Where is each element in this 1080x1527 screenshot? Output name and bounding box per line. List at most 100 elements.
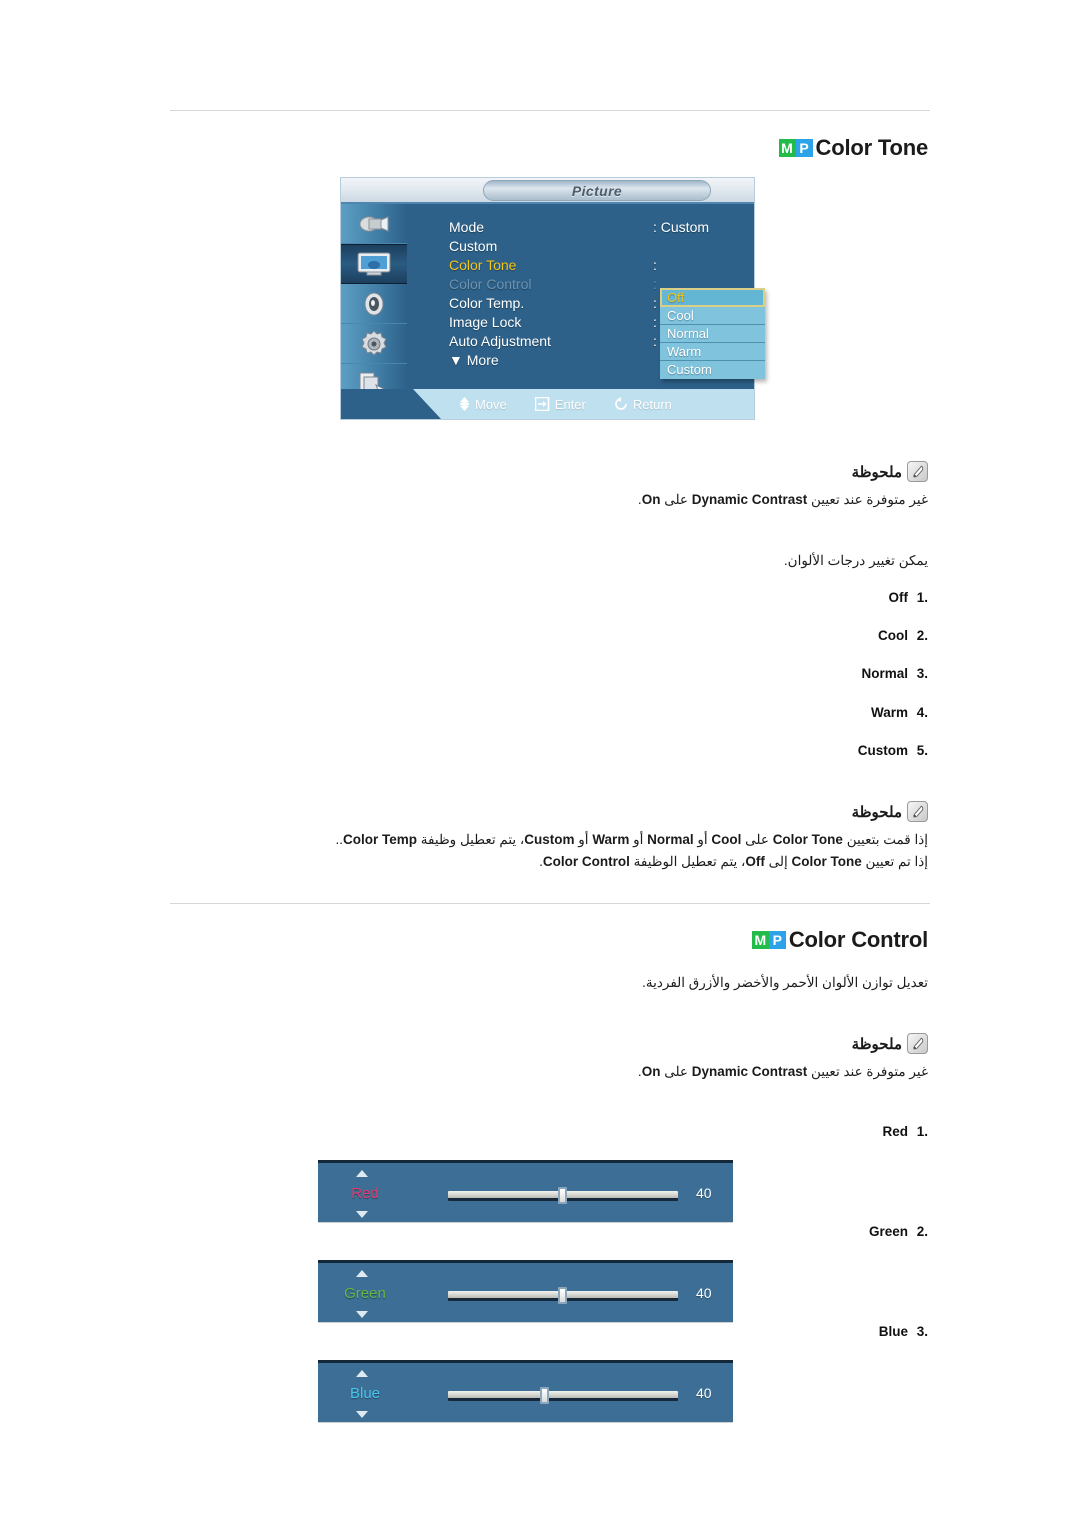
channel-list-item-red: .1 Red bbox=[728, 1124, 928, 1139]
slider-blue-knob[interactable] bbox=[540, 1387, 549, 1404]
sound-icon bbox=[364, 292, 384, 315]
osd-menu-labels: Mode Custom Color Tone Color Control Col… bbox=[449, 218, 551, 370]
note2-l1-g: ، يتم تعطيل وظيفة bbox=[417, 832, 525, 847]
osd-footer-enter-label: Enter bbox=[554, 396, 586, 412]
move-icon bbox=[460, 397, 469, 411]
slider-blue-track[interactable] bbox=[448, 1387, 678, 1404]
osd-row-color-tone[interactable]: Color Tone bbox=[449, 256, 551, 275]
slider-red[interactable]: Red 40 bbox=[318, 1160, 733, 1222]
osd-window-title: Picture bbox=[571, 182, 623, 199]
note1-bold-dynamic-contrast: Dynamic Contrast bbox=[691, 492, 808, 507]
page-title-color-control: Color Control bbox=[788, 927, 928, 952]
mp-badge: M P bbox=[751, 931, 786, 949]
note2-l2-color-tone: Color Tone bbox=[791, 854, 862, 869]
osd-titlebar: Picture bbox=[341, 178, 754, 204]
osd-footer: Move Enter Return bbox=[341, 389, 754, 419]
option-list-item-2: .2 Cool bbox=[728, 628, 928, 643]
osd-footer-tab bbox=[341, 389, 441, 419]
arrow-up-icon[interactable] bbox=[356, 1170, 368, 1177]
note2-l1-a: إذا قمت بتعيين bbox=[842, 832, 928, 847]
channel-list-item-blue: .3 Blue bbox=[728, 1324, 928, 1339]
divider-top bbox=[170, 110, 930, 111]
badge-m-letter: M bbox=[751, 931, 769, 949]
option-list-item-3: .3 Normal bbox=[728, 666, 928, 681]
option-4-index: .4 bbox=[916, 705, 928, 720]
slider-green-label: Green bbox=[344, 1285, 386, 1302]
note-2-line-1: إذا قمت بتعيين Color Tone على Cool أو No… bbox=[148, 829, 928, 851]
osd-footer-move[interactable]: Move bbox=[459, 397, 507, 412]
osd-row-custom[interactable]: Custom bbox=[449, 237, 551, 256]
sidebar-item-setup[interactable] bbox=[341, 324, 407, 364]
note2-l1-h: .. bbox=[335, 832, 344, 847]
channel-3-label: Blue bbox=[878, 1324, 908, 1339]
osd-sidebar bbox=[341, 204, 407, 419]
enter-icon bbox=[534, 397, 550, 411]
note-heading-1-label: ملحوظة bbox=[851, 463, 902, 481]
arrow-down-icon[interactable] bbox=[356, 1211, 368, 1218]
option-list-item-1: .1 Off bbox=[728, 590, 929, 605]
osd-option-warm[interactable]: Warm bbox=[660, 343, 765, 361]
arrow-down-icon[interactable] bbox=[356, 1411, 368, 1418]
option-5-label: Custom bbox=[857, 743, 908, 758]
osd-row-more[interactable]: ▼ More bbox=[449, 351, 551, 370]
slider-blue-value: 40 bbox=[696, 1385, 712, 1401]
slider-green[interactable]: Green 40 bbox=[318, 1260, 733, 1322]
osd-option-custom[interactable]: Custom bbox=[660, 361, 765, 379]
osd-footer-return-label: Return bbox=[632, 396, 672, 412]
option-1-label: Off bbox=[888, 590, 909, 605]
setup-icon bbox=[361, 329, 387, 356]
input-icon bbox=[359, 215, 389, 232]
osd-footer-return[interactable]: Return bbox=[614, 397, 672, 412]
note2-l1-d: أو bbox=[693, 832, 712, 847]
osd-option-off[interactable]: Off bbox=[660, 288, 765, 307]
sidebar-item-input[interactable] bbox=[341, 204, 407, 244]
note-heading-1: ملحوظة bbox=[852, 461, 928, 482]
picture-icon bbox=[357, 252, 391, 276]
note-heading-3: ملحوظة bbox=[852, 1033, 928, 1054]
note-heading-2-label: ملحوظة bbox=[851, 803, 902, 821]
osd-footer-enter[interactable]: Enter bbox=[534, 396, 586, 412]
color-tone-intro: يمكن تغيير درجات الألوان. bbox=[783, 553, 928, 568]
osd-menu-screenshot: Picture Mode Custom Color Tone Color Con… bbox=[340, 177, 765, 420]
option-1-index: .1 bbox=[916, 590, 928, 605]
option-list-item-5: .5 Custom bbox=[728, 743, 928, 758]
sidebar-item-sound[interactable] bbox=[341, 284, 407, 324]
divider-mid bbox=[170, 903, 930, 904]
note2-l1-normal: Normal bbox=[647, 832, 694, 847]
note-2-line-2: إذا تم تعيين Color Tone إلى Off، يتم تعط… bbox=[148, 851, 928, 873]
note2-l2-off: Off bbox=[745, 854, 765, 869]
slider-green-knob[interactable] bbox=[558, 1287, 568, 1304]
note3-bold-dynamic-contrast: Dynamic Contrast bbox=[691, 1064, 808, 1079]
osd-row-mode[interactable]: Mode bbox=[449, 218, 551, 237]
osd-row-image-lock[interactable]: Image Lock bbox=[449, 313, 551, 332]
note-heading-3-label: ملحوظة bbox=[851, 1035, 902, 1053]
note-heading-2: ملحوظة bbox=[852, 801, 928, 822]
osd-body: Mode Custom Color Tone Color Control Col… bbox=[407, 204, 765, 389]
arrow-down-icon[interactable] bbox=[356, 1311, 368, 1318]
channel-2-index: .2 bbox=[916, 1224, 928, 1239]
note2-l2-color-control: Color Control bbox=[542, 854, 630, 869]
note2-l1-color-temp: Color Temp bbox=[343, 832, 418, 847]
osd-row-auto-adjustment[interactable]: Auto Adjustment bbox=[449, 332, 551, 351]
note-1-body: غير متوفرة عند تعيين Dynamic Contrast عل… bbox=[428, 489, 928, 511]
arrow-up-icon[interactable] bbox=[356, 1370, 368, 1377]
option-3-label: Normal bbox=[861, 666, 908, 681]
option-2-index: .2 bbox=[916, 628, 928, 643]
arrow-up-icon[interactable] bbox=[356, 1270, 368, 1277]
sidebar-item-picture[interactable] bbox=[341, 244, 407, 284]
slider-green-value: 40 bbox=[696, 1285, 712, 1301]
slider-green-track[interactable] bbox=[448, 1287, 678, 1304]
note-icon bbox=[907, 801, 928, 822]
osd-option-normal[interactable]: Normal bbox=[660, 325, 765, 343]
slider-blue[interactable]: Blue 40 bbox=[318, 1360, 733, 1422]
osd-row-color-temp[interactable]: Color Temp. bbox=[449, 294, 551, 313]
osd-option-cool[interactable]: Cool bbox=[660, 307, 765, 325]
note2-l2-d: ، يتم تعطيل الوظيفة bbox=[629, 854, 746, 869]
osd-dropdown-color-tone: Off Cool Normal Warm Custom bbox=[660, 288, 765, 379]
page-title-color-tone: Color Tone bbox=[815, 135, 929, 160]
osd-value-color-tone: : bbox=[653, 257, 657, 273]
osd-value-custom bbox=[653, 237, 709, 256]
slider-red-track[interactable] bbox=[448, 1187, 678, 1204]
slider-red-knob[interactable] bbox=[558, 1187, 568, 1204]
note3-mid: على bbox=[660, 1064, 692, 1079]
